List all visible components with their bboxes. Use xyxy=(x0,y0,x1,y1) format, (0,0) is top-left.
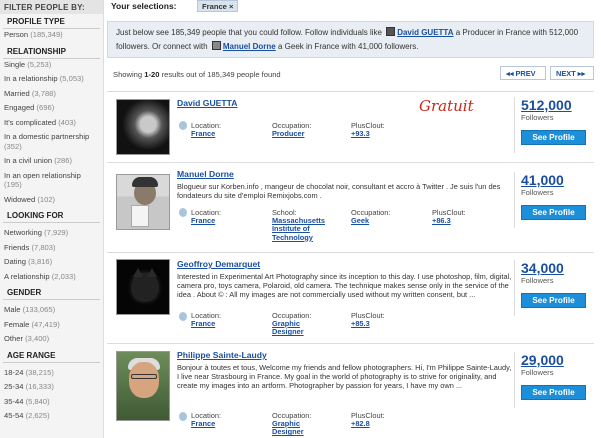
filter-item-in-a-relationship[interactable]: In a relationship (5,053) xyxy=(0,73,103,84)
location-link[interactable]: France xyxy=(191,129,215,138)
follower-stats: 512,000 Followers See Profile xyxy=(514,97,590,153)
filter-item-engaged[interactable]: Engaged (696) xyxy=(0,102,103,113)
follower-count[interactable]: 34,000 xyxy=(521,260,564,276)
filter-item-friends[interactable]: Friends (7,803) xyxy=(0,242,103,253)
school-link[interactable]: Massachusetts Institute of Technology xyxy=(272,216,342,242)
next-button[interactable]: NEXT ▸▸ xyxy=(550,66,594,80)
profile-description: Bonjour à toutes et tous, Welcome my fri… xyxy=(177,363,512,391)
profile-name[interactable]: David GUETTA xyxy=(177,98,237,108)
see-profile-button[interactable]: See Profile xyxy=(521,293,586,308)
location-pin-icon xyxy=(179,121,187,130)
see-profile-button[interactable]: See Profile xyxy=(521,205,586,220)
profile-photo[interactable] xyxy=(116,174,170,230)
location-link[interactable]: France xyxy=(191,216,215,225)
filter-item-civil-union[interactable]: In a civil union (286) xyxy=(0,155,103,166)
followers-label: Followers xyxy=(521,188,554,197)
result-row: David GUETTA Gratuit Location: France Oc… xyxy=(107,91,594,162)
follower-stats: 29,000 Followers See Profile xyxy=(514,352,590,408)
plusclout-link[interactable]: +85.3 xyxy=(351,319,370,328)
filter-item-18-24[interactable]: 18-24 (38,215) xyxy=(0,367,103,378)
followers-label: Followers xyxy=(521,113,554,122)
suggestion-link-guetta[interactable]: David GUETTA xyxy=(397,28,453,37)
result-row: Geoffroy Demarquet Interested in Experim… xyxy=(107,252,594,340)
follower-stats: 34,000 Followers See Profile xyxy=(514,260,590,316)
selection-chip-france[interactable]: France × xyxy=(197,0,239,12)
result-row: Philippe Sainte-Laudy Bonjour à toutes e… xyxy=(107,343,594,438)
result-row: Manuel Dorne Blogueur sur Korben.info , … xyxy=(107,162,594,246)
filter-item-female[interactable]: Female (47,419) xyxy=(0,319,103,330)
plusclout-link[interactable]: +82.8 xyxy=(351,419,370,428)
selections-label: Your selections: xyxy=(111,1,177,11)
filter-item-a-relationship[interactable]: A relationship (2,033) xyxy=(0,271,103,282)
handwritten-annotation: Gratuit xyxy=(419,97,474,115)
profile-name[interactable]: Manuel Dorne xyxy=(177,169,234,179)
section-title: GENDER xyxy=(3,285,100,300)
follower-count[interactable]: 29,000 xyxy=(521,352,564,368)
filter-item-married[interactable]: Married (3,788) xyxy=(0,88,103,99)
section-title: LOOKING FOR xyxy=(3,208,100,223)
occupation-link[interactable]: Producer xyxy=(272,129,304,138)
follower-count[interactable]: 512,000 xyxy=(521,97,572,113)
filter-item-person[interactable]: Person (185,349) xyxy=(0,29,103,40)
suggestion-link-dorne[interactable]: Manuel Dorne xyxy=(223,42,276,51)
filter-item-dating[interactable]: Dating (3,816) xyxy=(0,256,103,267)
profile-description: Blogueur sur Korben.info , mangeur de ch… xyxy=(177,182,501,201)
avatar-icon xyxy=(211,41,221,50)
results-count: Showing 1-20 results out of 185,349 peop… xyxy=(113,70,281,79)
avatar-icon xyxy=(386,27,396,36)
suggestion-text: Just below see 185,349 people that you c… xyxy=(116,28,382,37)
filter-item-male[interactable]: Male (133,065) xyxy=(0,304,103,315)
filter-section-age-range: AGE RANGE 18-24 (38,215) 25-34 (16,333) … xyxy=(0,348,103,421)
location-pin-icon xyxy=(179,312,187,321)
follower-count[interactable]: 41,000 xyxy=(521,172,564,188)
follower-stats: 41,000 Followers See Profile xyxy=(514,172,590,228)
filter-item-45-54[interactable]: 45-54 (2,625) xyxy=(0,410,103,421)
see-profile-button[interactable]: See Profile xyxy=(521,385,586,400)
filter-item-35-44[interactable]: 35-44 (5,840) xyxy=(0,396,103,407)
location-link[interactable]: France xyxy=(191,419,215,428)
location-pin-icon xyxy=(179,412,187,421)
filter-item-complicated[interactable]: It's complicated (403) xyxy=(0,117,103,128)
filter-item-domestic-partnership[interactable]: In a domestic partnership (352) xyxy=(0,131,103,151)
suggestion-box: Just below see 185,349 people that you c… xyxy=(107,21,594,58)
filter-item-open-relationship[interactable]: In an open relationship (195) xyxy=(0,170,103,190)
occupation-link[interactable]: Geek xyxy=(351,216,369,225)
profile-photo[interactable] xyxy=(116,259,170,315)
filter-item-single[interactable]: Single (5,253) xyxy=(0,59,103,70)
filter-section-gender: GENDER Male (133,065) Female (47,419) Ot… xyxy=(0,285,103,344)
filter-item-widowed[interactable]: Widowed (102) xyxy=(0,194,103,205)
location-link[interactable]: France xyxy=(191,319,215,328)
profile-name[interactable]: Geoffroy Demarquet xyxy=(177,259,260,269)
profile-photo[interactable] xyxy=(116,99,170,155)
location-pin-icon xyxy=(179,208,187,217)
filter-section-relationship: RELATIONSHIP Single (5,253) In a relatio… xyxy=(0,44,103,205)
filter-item-networking[interactable]: Networking (7,929) xyxy=(0,227,103,238)
section-title: AGE RANGE xyxy=(3,348,100,363)
selections-bar: Your selections: France × xyxy=(105,0,601,14)
plusclout-link[interactable]: +86.3 xyxy=(432,216,451,225)
followers-label: Followers xyxy=(521,276,554,285)
profile-description: Interested in Experimental Art Photograp… xyxy=(177,272,512,300)
followers-label: Followers xyxy=(521,368,554,377)
plusclout-link[interactable]: +93.3 xyxy=(351,129,370,138)
profile-name[interactable]: Philippe Sainte-Laudy xyxy=(177,350,267,360)
section-title: PROFILE TYPE xyxy=(3,14,100,29)
profile-photo[interactable] xyxy=(116,351,170,421)
see-profile-button[interactable]: See Profile xyxy=(521,130,586,145)
filter-sidebar: FILTER PEOPLE BY: PROFILE TYPE Person (1… xyxy=(0,0,104,438)
filter-header: FILTER PEOPLE BY: xyxy=(0,0,103,14)
filter-section-profile-type: PROFILE TYPE Person (185,349) xyxy=(0,14,103,40)
occupation-link[interactable]: Graphic Designer xyxy=(272,419,322,437)
prev-button[interactable]: ◂◂ PREV xyxy=(500,66,546,80)
filter-section-looking-for: LOOKING FOR Networking (7,929) Friends (… xyxy=(0,208,103,281)
filter-item-other[interactable]: Other (3,400) xyxy=(0,333,103,344)
section-title: RELATIONSHIP xyxy=(3,44,100,59)
occupation-link[interactable]: Graphic Designer xyxy=(272,319,322,337)
filter-item-25-34[interactable]: 25-34 (16,333) xyxy=(0,381,103,392)
suggestion-text: a Geek in France with 41,000 followers. xyxy=(277,42,419,51)
